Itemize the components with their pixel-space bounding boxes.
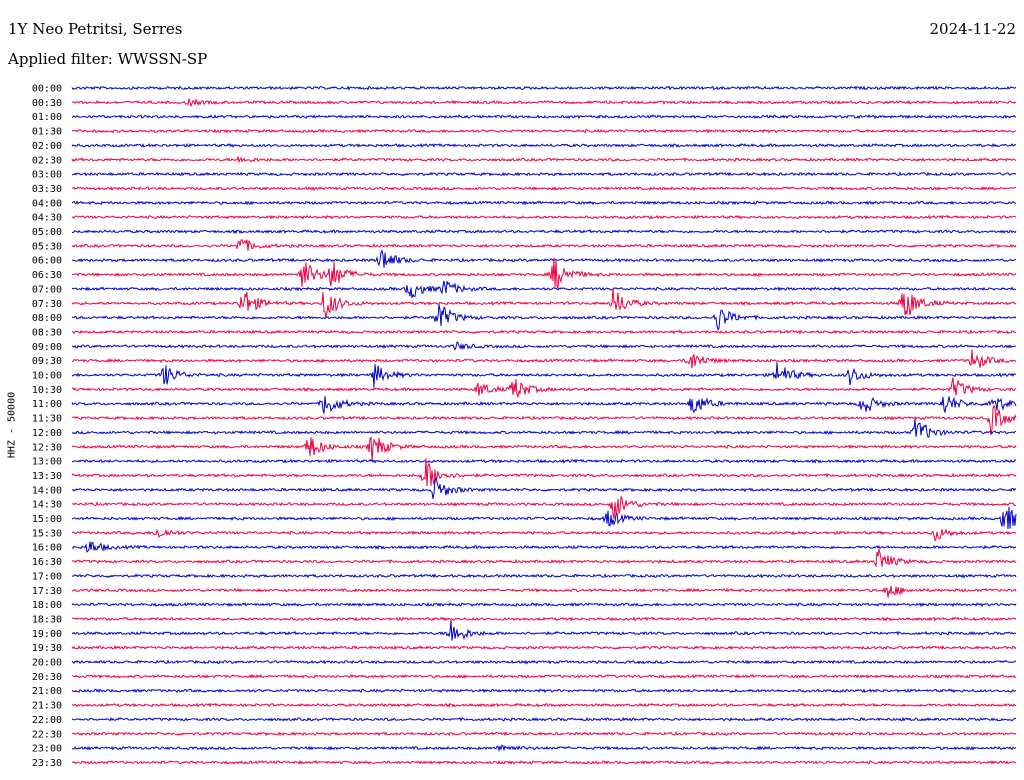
- trace-row: [71, 85, 1017, 91]
- trace-row: [71, 257, 1017, 289]
- trace-row: [71, 601, 1017, 608]
- row-label: 15:00: [32, 514, 62, 525]
- trace-row: [71, 541, 1017, 553]
- row-label: 20:00: [32, 658, 62, 669]
- trace-row: [71, 142, 1017, 149]
- row-label: 21:00: [32, 686, 62, 697]
- row-label: 08:30: [32, 327, 62, 338]
- row-label: 00:00: [32, 84, 62, 95]
- trace-row: [71, 573, 1017, 579]
- trace-row: [71, 249, 1017, 268]
- row-label: 06:30: [32, 270, 62, 281]
- trace-row: [71, 362, 1017, 388]
- trace-row: [72, 229, 1017, 235]
- trace-row: [71, 185, 1017, 192]
- row-label: 10:00: [32, 371, 62, 382]
- row-label: 23:00: [32, 744, 62, 755]
- trace-row: [71, 644, 1017, 651]
- trace-row: [71, 404, 1017, 436]
- row-label: 23:30: [32, 758, 62, 769]
- trace-row: [71, 114, 1017, 120]
- trace-row: [71, 395, 1017, 414]
- row-label: 15:30: [32, 528, 62, 539]
- trace-lines: [71, 85, 1017, 765]
- trace-row: [71, 620, 1017, 641]
- row-label: 04:00: [32, 198, 62, 209]
- trace-row: [71, 341, 1017, 351]
- trace-row: [71, 288, 1017, 318]
- trace-row: [71, 548, 1017, 568]
- trace-row: [71, 506, 1017, 530]
- helicorder-plot: 00:00 00:30 01:00 01:30 02:00 02:30 03:00 03:30…: [32, 84, 1017, 769]
- row-label: 18:00: [32, 600, 62, 611]
- row-label: 02:30: [32, 155, 62, 166]
- trace-row: [71, 477, 1017, 499]
- row-label: 12:30: [32, 442, 62, 453]
- trace-row: [72, 616, 1017, 622]
- trace-row: [71, 659, 1017, 665]
- row-label: 21:30: [32, 701, 62, 712]
- row-labels: 00:00 00:30 01:00 01:30 02:00 02:30 03:00 03:30…: [32, 84, 62, 769]
- row-label: 11:30: [32, 414, 62, 425]
- trace-row: [71, 702, 1017, 708]
- row-label: 13:00: [32, 457, 62, 468]
- row-label: 12:00: [32, 428, 62, 439]
- row-label: 14:00: [32, 485, 62, 496]
- trace-row: [72, 458, 1017, 464]
- trace-row: [71, 128, 1017, 134]
- row-label: 01:30: [32, 127, 62, 138]
- trace-row: [71, 585, 1017, 598]
- trace-row: [71, 716, 1017, 722]
- trace-row: [71, 200, 1017, 206]
- trace-row: [71, 280, 1017, 299]
- trace-row: [71, 495, 1017, 519]
- row-label: 22:30: [32, 729, 62, 740]
- trace-row: [71, 730, 1017, 737]
- row-label: 08:00: [32, 313, 62, 324]
- row-label: 17:30: [32, 586, 62, 597]
- trace-row: [71, 673, 1017, 679]
- trace-row: [71, 214, 1017, 220]
- row-label: 19:30: [32, 643, 62, 654]
- row-label: 05:30: [32, 241, 62, 252]
- row-label: 20:30: [32, 672, 62, 683]
- trace-row: [72, 744, 1017, 753]
- trace-row: [71, 436, 1017, 462]
- trace-row: [71, 377, 1017, 399]
- row-label: 11:00: [32, 399, 62, 410]
- trace-row: [71, 528, 1017, 542]
- row-label: 00:30: [32, 98, 62, 109]
- row-label: 14:30: [32, 500, 62, 511]
- row-label: 16:00: [32, 543, 62, 554]
- trace-row: [71, 304, 1017, 331]
- trace-row: [71, 688, 1017, 694]
- row-label: 01:00: [32, 112, 62, 123]
- row-label: 06:00: [32, 256, 62, 267]
- row-label: 02:00: [32, 141, 62, 152]
- row-label: 18:30: [32, 614, 62, 625]
- row-label: 19:00: [32, 629, 62, 640]
- row-label: 10:30: [32, 385, 62, 396]
- trace-row: [71, 349, 1017, 369]
- row-label: 04:30: [32, 213, 62, 224]
- row-label: 03:30: [32, 184, 62, 195]
- row-label: 17:00: [32, 571, 62, 582]
- trace-row: [71, 171, 1017, 177]
- row-label: 05:00: [32, 227, 62, 238]
- row-label: 07:00: [32, 284, 62, 295]
- trace-row: [71, 239, 1017, 251]
- row-label: 09:00: [32, 342, 62, 353]
- trace-row: [71, 419, 1017, 438]
- trace-row: [71, 329, 1017, 335]
- row-label: 16:30: [32, 557, 62, 568]
- row-label: 22:00: [32, 715, 62, 726]
- trace-row: [71, 759, 1016, 765]
- trace-row: [71, 98, 1017, 108]
- row-label: 13:30: [32, 471, 62, 482]
- trace-row: [71, 155, 1017, 164]
- row-label: 07:30: [32, 299, 62, 310]
- row-label: 09:30: [32, 356, 62, 367]
- row-label: 03:00: [32, 170, 62, 181]
